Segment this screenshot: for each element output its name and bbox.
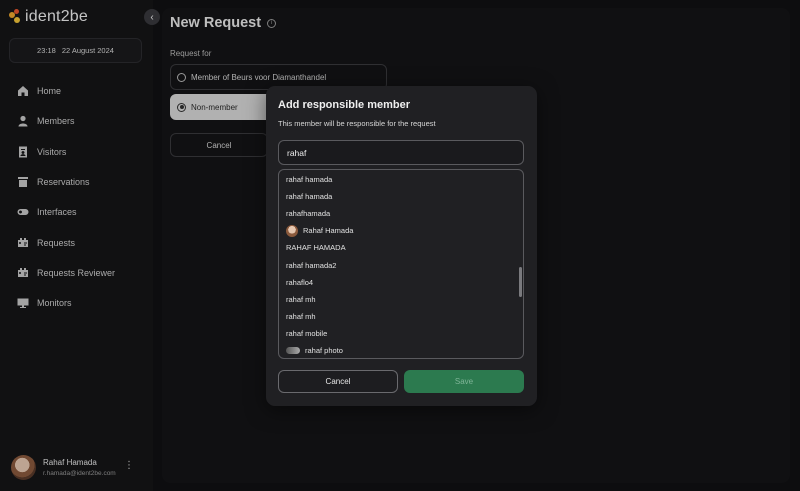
list-item[interactable]: rahaf mobile [279, 325, 523, 342]
member-search-input[interactable] [278, 140, 524, 165]
result-name: rahaf hamada [286, 175, 333, 185]
list-item[interactable]: rahaf hamada [279, 188, 523, 205]
result-name: rahafhamada [286, 209, 331, 219]
result-name: rahaf mobile [286, 328, 328, 338]
list-item[interactable]: RAHAF HAMADA [279, 239, 523, 256]
list-item[interactable]: rahaf mh [279, 308, 523, 325]
collapse-sidebar-button[interactable]: ‹ [144, 9, 160, 25]
result-name: rahaflo4 [286, 277, 314, 287]
avatar [286, 224, 298, 237]
result-name: rahaf hamada2 [286, 260, 337, 270]
result-name: Rahaf Hamada [303, 226, 354, 236]
results-scrollbar[interactable] [519, 267, 522, 297]
result-name: rahaf mh [286, 294, 316, 304]
chevron-left-icon: ‹ [150, 11, 154, 23]
result-name: RAHAF HAMADA [286, 243, 346, 253]
result-name: rahaf photo [305, 345, 343, 355]
result-name: rahaf hamada [286, 192, 333, 202]
list-item[interactable]: rahafhamada [279, 205, 523, 222]
dialog-subtitle: This member will be responsible for the … [278, 119, 436, 128]
add-responsible-member-dialog: Add responsible member This member will … [266, 86, 537, 406]
search-results-list: rahaf hamada rahaf hamada rahafhamada Ra… [278, 169, 524, 359]
list-item[interactable]: rahaflo4 [279, 274, 523, 291]
list-item[interactable]: rahaf mh [279, 291, 523, 308]
result-name: rahaf mh [286, 311, 316, 321]
list-item[interactable]: Rahaf Hamada [279, 222, 523, 239]
dialog-title: Add responsible member [278, 99, 411, 111]
avatar [286, 346, 300, 354]
save-button[interactable]: Save [404, 370, 524, 393]
list-item[interactable]: rahaf hamada [279, 171, 523, 188]
list-item[interactable]: rahaf hamada2 [279, 256, 523, 273]
cancel-button[interactable]: Cancel [278, 370, 398, 393]
list-item[interactable]: rahaf photo [279, 342, 523, 358]
